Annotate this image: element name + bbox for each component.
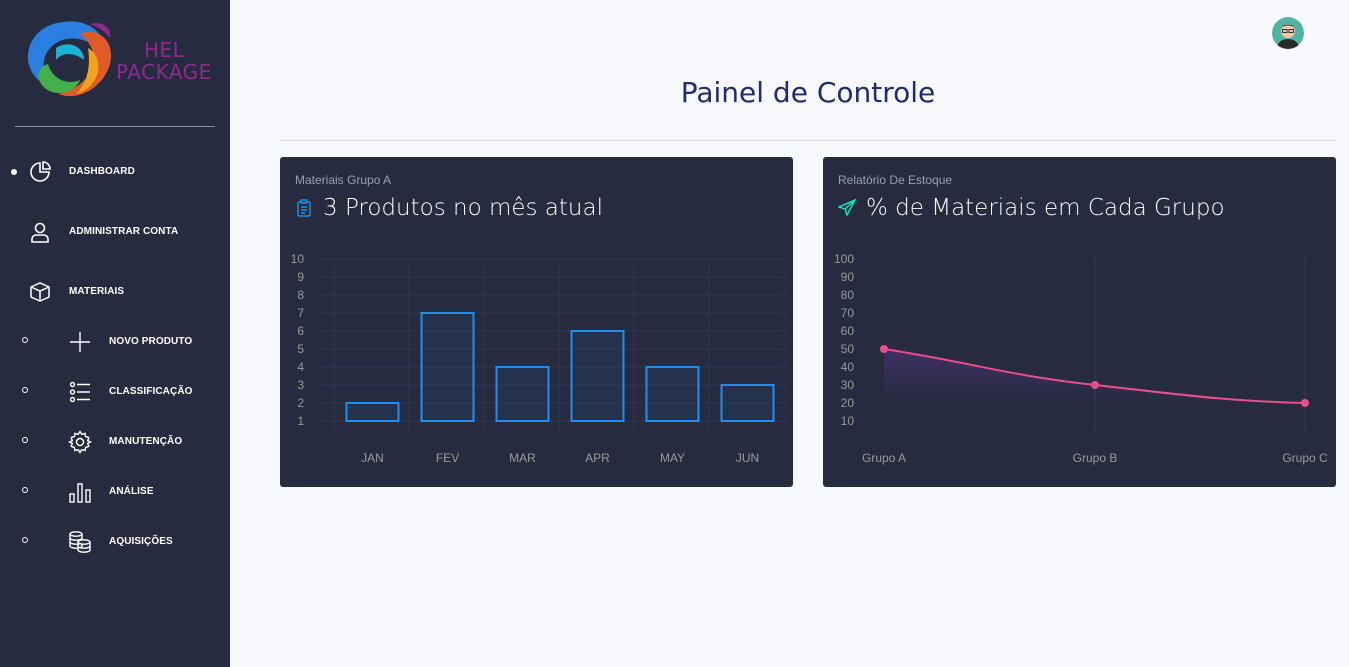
y-tick-label: 8 [297, 288, 304, 302]
y-tick-label: 10 [291, 252, 305, 266]
page-title: Painel de Controle [680, 76, 936, 109]
y-tick-label: 5 [297, 342, 304, 356]
bar [495, 366, 550, 422]
sidebar-item-label: MATERIAIS [69, 286, 125, 297]
y-tick-label: 20 [841, 396, 855, 410]
card-relatorio-estoque: Relatório De Estoque % de Materiais em C… [823, 157, 1336, 487]
card-materiais-grupo-a: Materiais Grupo A 3 Produtos no mês atua… [280, 157, 793, 487]
x-tick-label: JUN [736, 451, 759, 465]
line-chart: 10 20 30 40 50 60 70 80 90 100 Grupo A Grupo B Grupo… [834, 252, 1328, 465]
x-tick-label: APR [585, 451, 610, 465]
sidebar: HEL PACKAGE DASHBOARD ADMINISTRAR CONTA … [0, 0, 230, 667]
avatar-image [1272, 17, 1304, 49]
sidebar-item-manutencao[interactable]: MANUTENÇÃO [0, 422, 230, 462]
bar [420, 312, 475, 422]
y-tick-label: 90 [841, 270, 855, 284]
sidebar-item-administrar-conta[interactable]: ADMINISTRAR CONTA [0, 212, 230, 252]
header-divider [280, 140, 1336, 141]
sidebar-item-analise[interactable]: ANÁLISE [0, 472, 230, 512]
sidebar-item-dashboard[interactable]: DASHBOARD [0, 152, 230, 192]
y-tick-label: 10 [841, 414, 855, 428]
plus-icon [68, 330, 92, 354]
y-tick-label: 3 [297, 378, 304, 392]
sidebar-item-aquisicoes[interactable]: AQUISIÇÕES [0, 522, 230, 562]
sidebar-item-label: CLASSIFICAÇÃO [109, 386, 193, 397]
y-tick-label: 60 [841, 324, 855, 338]
bullet-dot [22, 537, 28, 543]
y-tick-label: 9 [297, 270, 304, 284]
brand-logo[interactable]: HEL PACKAGE [18, 14, 218, 114]
y-tick-label: 30 [841, 378, 855, 392]
y-tick-label: 70 [841, 306, 855, 320]
x-tick-label: MAY [660, 451, 685, 465]
x-tick-label: MAR [509, 451, 536, 465]
brand-line2: PACKAGE [116, 60, 212, 84]
bar-chart-icon [68, 480, 92, 504]
x-tick-label: JAN [361, 451, 384, 465]
sidebar-item-novo-produto[interactable]: NOVO PRODUTO [0, 322, 230, 362]
sidebar-item-label: NOVO PRODUTO [109, 336, 193, 347]
x-tick-label: Grupo C [1282, 451, 1328, 465]
data-point [1301, 399, 1309, 407]
y-tick-label: 80 [841, 288, 855, 302]
list-icon [68, 380, 92, 404]
sidebar-item-label: ADMINISTRAR CONTA [69, 226, 179, 237]
logo-swirl-icon [27, 21, 112, 97]
x-tick-label: Grupo B [1073, 451, 1118, 465]
y-tick-label: 6 [297, 324, 304, 338]
bullet-dot [22, 337, 28, 343]
bar [570, 330, 625, 422]
bar [345, 402, 400, 422]
y-tick-label: 4 [297, 360, 304, 374]
gear-icon [68, 430, 92, 454]
sidebar-divider [15, 126, 215, 127]
bar-chart: 1 2 3 4 5 6 7 8 9 10 JAN FEV MAR APR MAY JUN [291, 252, 790, 465]
data-point [1091, 381, 1099, 389]
pie-chart-icon [28, 160, 52, 184]
bullet-dot [22, 487, 28, 493]
data-point [880, 345, 888, 353]
x-tick-label: Grupo A [862, 451, 906, 465]
y-tick-label: 2 [297, 396, 304, 410]
sidebar-item-materiais[interactable]: MATERIAIS [0, 272, 230, 312]
y-tick-label: 100 [834, 252, 854, 266]
bullet-dot [22, 437, 28, 443]
sidebar-item-label: DASHBOARD [69, 166, 135, 177]
sidebar-item-label: AQUISIÇÕES [109, 536, 173, 547]
brand-line1: HEL [144, 38, 185, 62]
user-icon [28, 220, 52, 244]
sidebar-item-classificacao[interactable]: CLASSIFICAÇÃO [0, 372, 230, 412]
active-dot [11, 169, 17, 175]
avatar[interactable] [1272, 17, 1304, 49]
sidebar-item-label: MANUTENÇÃO [109, 436, 183, 447]
y-tick-label: 50 [841, 342, 855, 356]
y-tick-label: 40 [841, 360, 855, 374]
y-tick-label: 1 [297, 414, 304, 428]
bar [645, 366, 700, 422]
bar [720, 384, 775, 422]
bullet-dot [22, 387, 28, 393]
sidebar-item-label: ANÁLISE [109, 486, 154, 497]
y-tick-label: 7 [297, 306, 304, 320]
coins-icon [68, 530, 92, 554]
box-icon [28, 280, 52, 304]
x-tick-label: FEV [436, 451, 459, 465]
